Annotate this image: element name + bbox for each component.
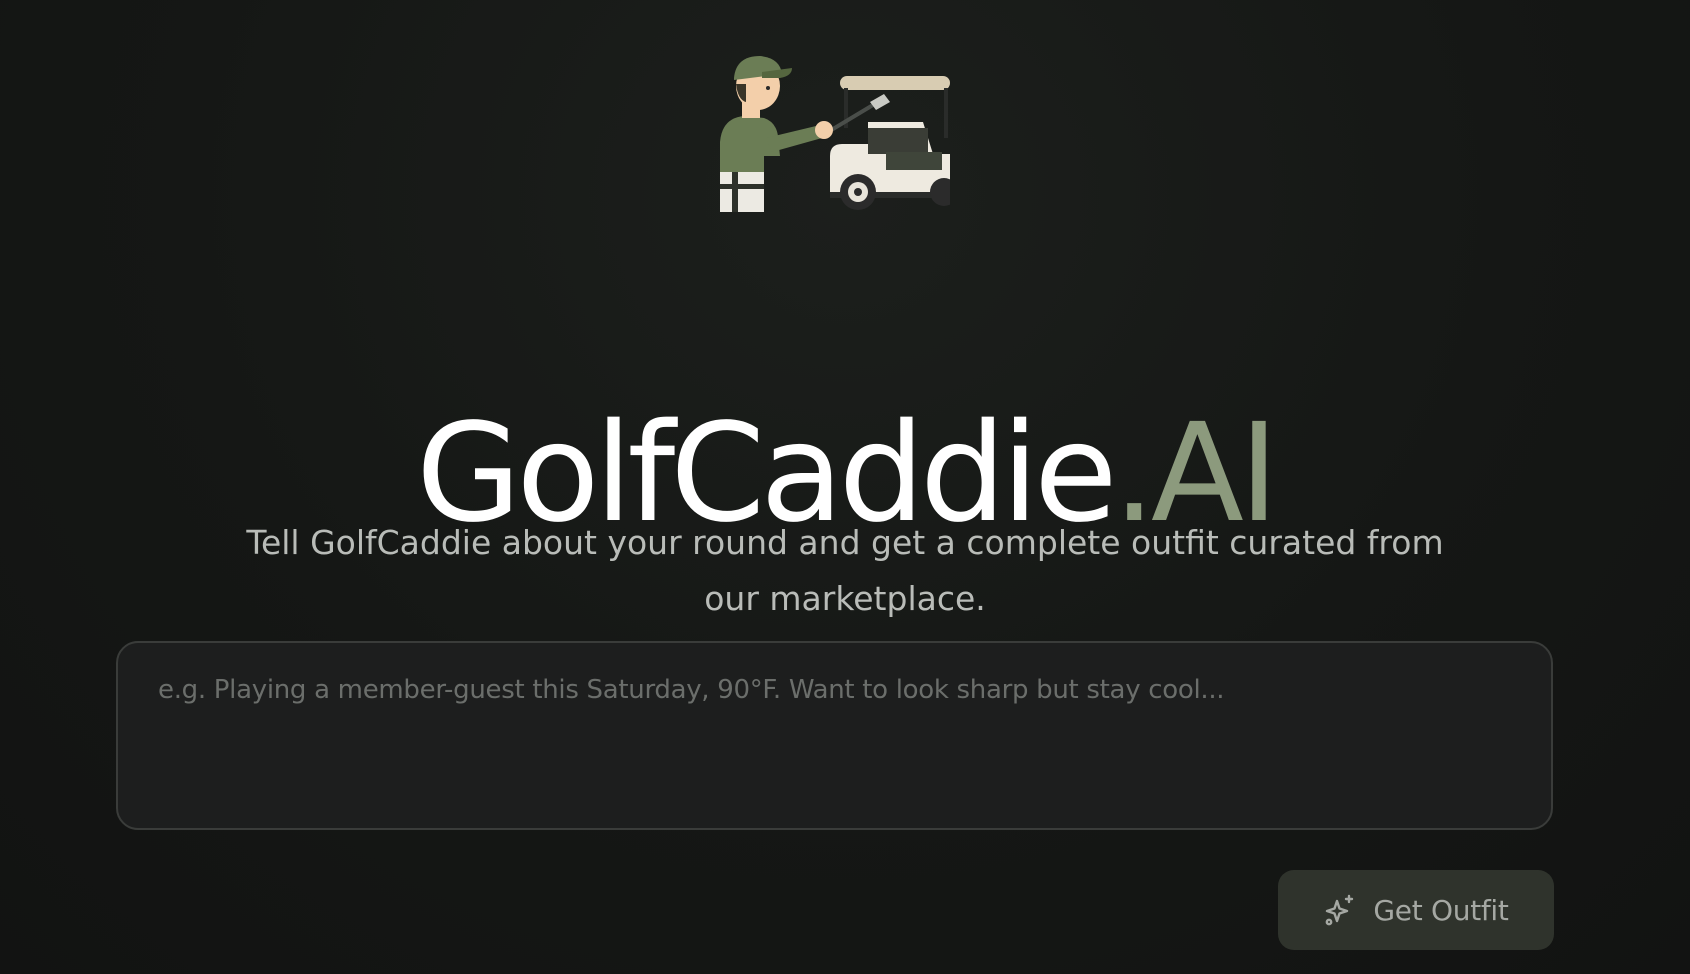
golfer-with-cart-icon xyxy=(718,44,958,212)
get-outfit-label: Get Outfit xyxy=(1373,893,1509,927)
sparkles-icon xyxy=(1323,893,1357,927)
get-outfit-button[interactable]: Get Outfit xyxy=(1278,870,1554,950)
hero-subtitle: Tell GolfCaddie about your round and get… xyxy=(246,523,1444,618)
page: GolfCaddie.AI Tell GolfCaddie about your… xyxy=(0,0,1690,974)
round-description-input[interactable] xyxy=(118,643,1551,828)
prompt-container xyxy=(116,641,1553,830)
